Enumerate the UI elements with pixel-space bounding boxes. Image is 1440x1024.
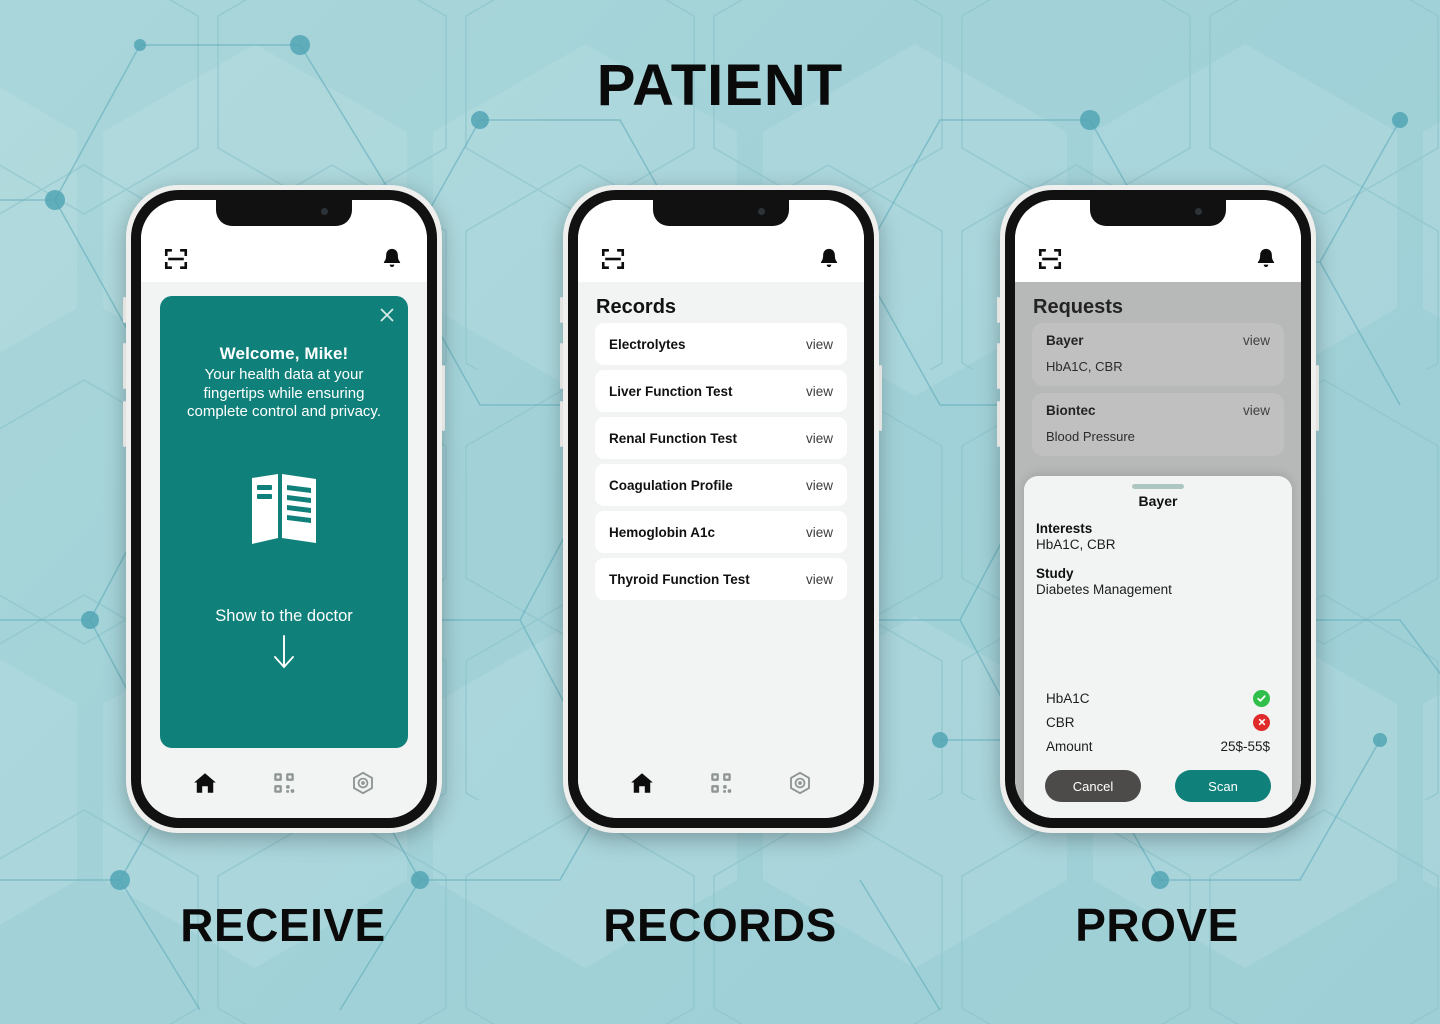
caption-receive: RECEIVE: [180, 899, 386, 951]
interests-value: HbA1C, CBR: [1036, 537, 1116, 552]
record-view-link[interactable]: view: [806, 478, 833, 493]
scan-button[interactable]: Scan: [1175, 770, 1271, 802]
caption-records: RECORDS: [603, 899, 837, 951]
record-view-link[interactable]: view: [806, 337, 833, 352]
record-name: Renal Function Test: [609, 430, 738, 446]
welcome-subtitle: Your health data at your fingertips whil…: [187, 366, 381, 420]
bottom-nav-records: [578, 756, 864, 818]
scan-icon[interactable]: [600, 246, 626, 272]
home-icon[interactable]: [192, 770, 218, 796]
record-row[interactable]: Renal Function Test view: [595, 417, 847, 459]
phone-notch: [653, 200, 789, 226]
arrow-down-icon: [271, 634, 297, 675]
amount-row: Amount 25$-55$: [1036, 734, 1280, 758]
phone-volume-up: [123, 343, 126, 389]
record-name: Thyroid Function Test: [609, 571, 750, 587]
phone-records: Records Electrolytes view Liver Function…: [560, 185, 882, 833]
record-row[interactable]: Thyroid Function Test view: [595, 558, 847, 600]
check-circle-icon: [1253, 689, 1270, 707]
study-field: Study Diabetes Management: [1036, 566, 1280, 597]
home-icon[interactable]: [629, 770, 655, 796]
scan-icon[interactable]: [1037, 246, 1063, 272]
welcome-card: Welcome, Mike! Your health data at your …: [160, 296, 408, 748]
welcome-title: Welcome, Mike!: [219, 344, 349, 363]
record-name: Hemoglobin A1c: [609, 524, 716, 540]
phone-volume-down: [560, 401, 563, 447]
cancel-button[interactable]: Cancel: [1045, 770, 1141, 802]
captions-row: RECEIVE RECORDS PROVE: [0, 898, 1440, 960]
record-row[interactable]: Liver Function Test view: [595, 370, 847, 412]
record-row[interactable]: Hemoglobin A1c view: [595, 511, 847, 553]
record-row[interactable]: Coagulation Profile view: [595, 464, 847, 506]
phone-notch: [216, 200, 352, 226]
phone-power-button: [879, 365, 882, 431]
interests-field: Interests HbA1C, CBR: [1036, 521, 1280, 552]
phone-power-button: [1316, 365, 1319, 431]
study-value: Diabetes Management: [1036, 582, 1172, 597]
consent-key: CBR: [1046, 714, 1075, 730]
phone-mute-switch: [123, 297, 126, 323]
record-name: Coagulation Profile: [609, 477, 733, 493]
sheet-drag-handle[interactable]: [1132, 484, 1184, 489]
x-circle-icon: [1253, 713, 1270, 731]
interests-label: Interests: [1036, 521, 1093, 536]
request-detail-sheet: Bayer Interests HbA1C, CBR Study Diabete…: [1024, 476, 1292, 818]
amount-label: Amount: [1046, 738, 1093, 754]
bottom-nav-receive: [141, 756, 427, 818]
study-label: Study: [1036, 566, 1074, 581]
phone-power-button: [442, 365, 445, 431]
hex-gear-icon[interactable]: [350, 770, 376, 796]
bell-icon[interactable]: [379, 246, 405, 272]
bell-icon[interactable]: [1253, 246, 1279, 272]
close-icon[interactable]: [376, 304, 398, 326]
phone-mute-switch: [997, 297, 1000, 323]
sheet-actions: Cancel Scan: [1036, 758, 1280, 818]
record-name: Electrolytes: [609, 336, 686, 352]
record-row[interactable]: Electrolytes view: [595, 323, 847, 365]
amount-value: 25$-55$: [1220, 738, 1270, 754]
phone-receive: Welcome, Mike! Your health data at your …: [123, 185, 445, 833]
document-icon: [248, 472, 320, 555]
phone-volume-up: [997, 343, 1000, 389]
hex-gear-icon[interactable]: [787, 770, 813, 796]
sheet-title: Bayer: [1138, 493, 1178, 509]
consent-row-cbr: CBR: [1036, 710, 1280, 734]
records-list: Electrolytes view Liver Function Test vi…: [578, 323, 864, 600]
phone-prove: Requests Bayer view HbA1C, CBR Biontec v…: [997, 185, 1319, 833]
record-name: Liver Function Test: [609, 383, 733, 399]
record-view-link[interactable]: view: [806, 572, 833, 587]
qr-code-icon[interactable]: [271, 770, 297, 796]
caption-prove: PROVE: [1075, 899, 1239, 951]
bell-icon[interactable]: [816, 246, 842, 272]
record-view-link[interactable]: view: [806, 431, 833, 446]
record-view-link[interactable]: view: [806, 525, 833, 540]
consent-row-hba1c: HbA1C: [1036, 686, 1280, 710]
record-view-link[interactable]: view: [806, 384, 833, 399]
phone-volume-up: [560, 343, 563, 389]
qr-code-icon[interactable]: [708, 770, 734, 796]
phone-notch: [1090, 200, 1226, 226]
phone-mockups-row: Welcome, Mike! Your health data at your …: [0, 185, 1440, 835]
page-title: PATIENT: [596, 53, 844, 118]
records-title: Records: [596, 296, 677, 318]
phone-mute-switch: [560, 297, 563, 323]
show-to-doctor-label: Show to the doctor: [215, 606, 353, 625]
content-receive: Welcome, Mike! Your health data at your …: [141, 282, 427, 756]
scan-icon[interactable]: [163, 246, 189, 272]
phone-volume-down: [997, 401, 1000, 447]
content-records: Records Electrolytes view Liver Function…: [578, 282, 864, 756]
content-prove: Requests Bayer view HbA1C, CBR Biontec v…: [1015, 282, 1301, 818]
phone-volume-down: [123, 401, 126, 447]
consent-key: HbA1C: [1046, 690, 1090, 706]
